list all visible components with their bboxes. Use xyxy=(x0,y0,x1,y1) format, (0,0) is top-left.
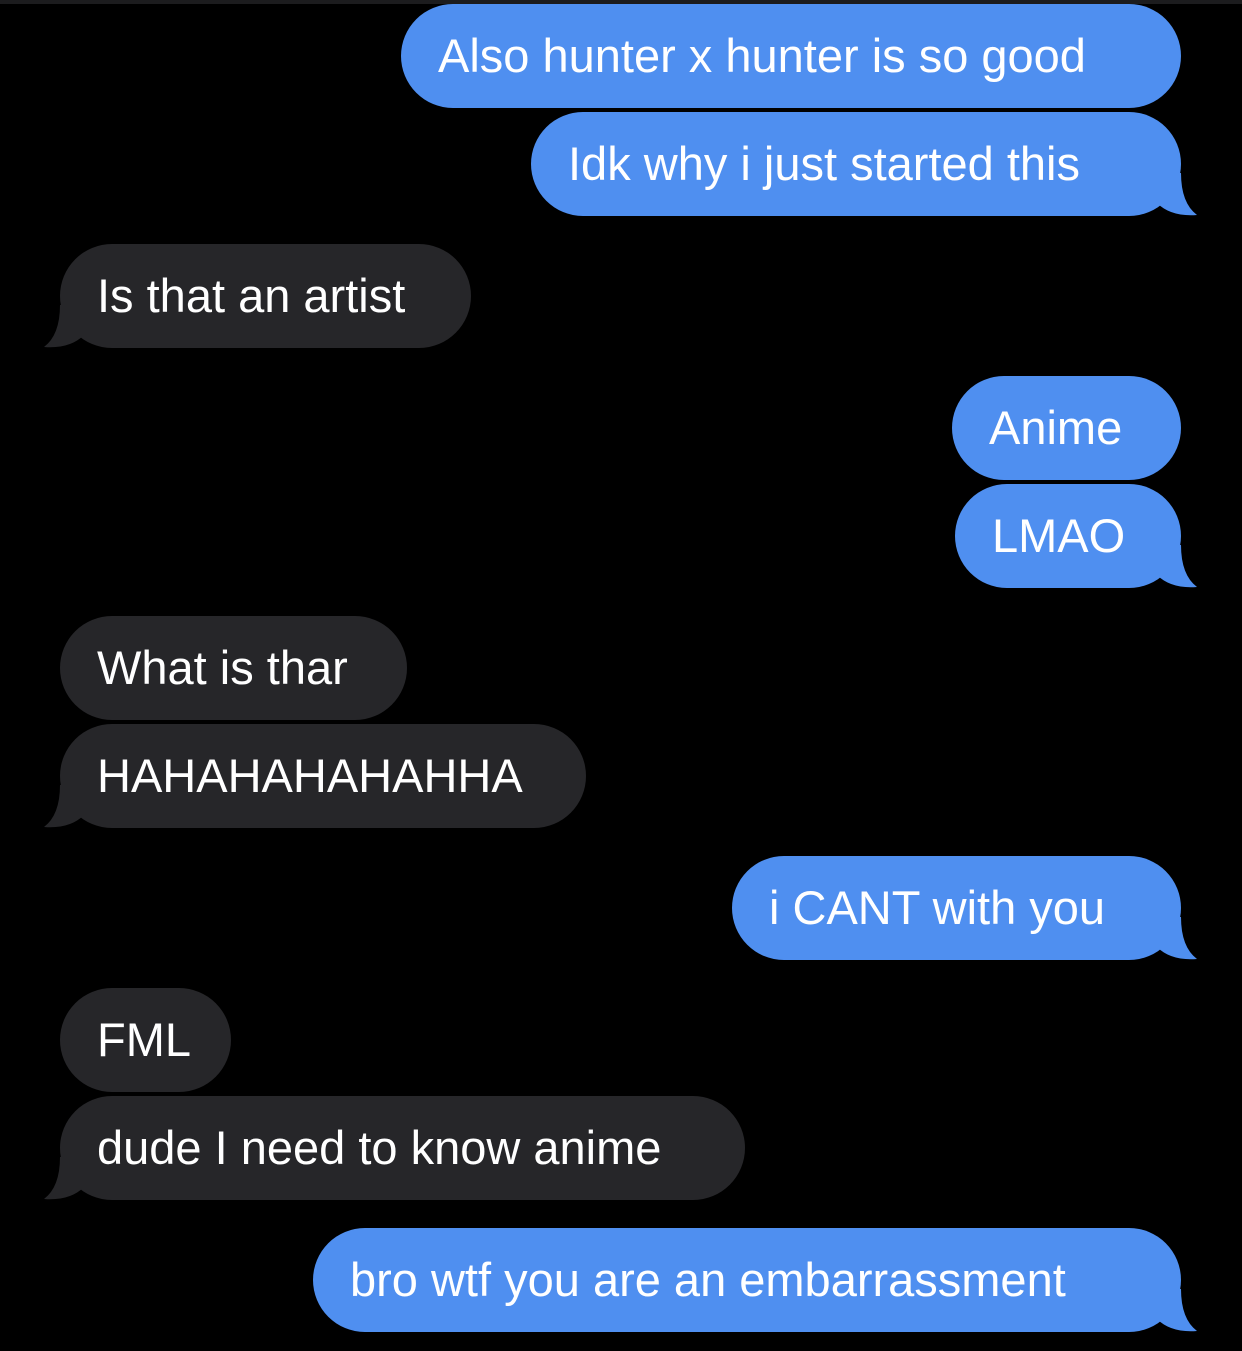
sent-bubble-tail xyxy=(1157,173,1197,216)
message-text: bro wtf you are an embarrassment xyxy=(350,1253,1066,1306)
message-text: i CANT with you xyxy=(769,881,1106,934)
sent-message-bubble[interactable]: bro wtf you are an embarrassment xyxy=(313,1228,1181,1332)
sent-message-bubble[interactable]: Anime xyxy=(952,376,1181,480)
message-text: FML xyxy=(97,1013,191,1066)
message-text: HAHAHAHAHAHHA xyxy=(97,749,523,802)
message-text: Anime xyxy=(989,401,1123,454)
message-text: LMAO xyxy=(992,509,1126,562)
message-text: dude I need to know anime xyxy=(97,1121,662,1174)
received-bubble-tail xyxy=(44,1157,84,1200)
message-thread[interactable]: Also hunter x hunter is so good Idk why … xyxy=(0,0,1242,1351)
received-bubble-tail xyxy=(44,785,84,828)
sent-bubble-tail xyxy=(1157,917,1197,960)
sent-message-bubble[interactable]: i CANT with you xyxy=(732,856,1181,960)
sent-bubble-tail xyxy=(1157,1289,1197,1332)
message-text: What is thar xyxy=(97,641,348,694)
message-text: Is that an artist xyxy=(97,269,406,322)
sent-message-bubble[interactable]: LMAO xyxy=(955,484,1181,588)
received-bubble-tail xyxy=(44,305,84,348)
sent-bubble-tail xyxy=(1157,545,1197,588)
sent-message-bubble[interactable]: Idk why i just started this xyxy=(531,112,1181,216)
received-message-bubble[interactable]: HAHAHAHAHAHHA xyxy=(60,724,586,828)
received-message-bubble[interactable]: What is thar xyxy=(60,616,407,720)
received-message-bubble[interactable]: FML xyxy=(60,988,231,1092)
message-text: Idk why i just started this xyxy=(568,137,1080,190)
sent-message-bubble[interactable]: Also hunter x hunter is so good xyxy=(401,4,1181,108)
received-message-bubble[interactable]: Is that an artist xyxy=(60,244,471,348)
received-message-bubble[interactable]: dude I need to know anime xyxy=(60,1096,745,1200)
message-text: Also hunter x hunter is so good xyxy=(438,29,1086,82)
